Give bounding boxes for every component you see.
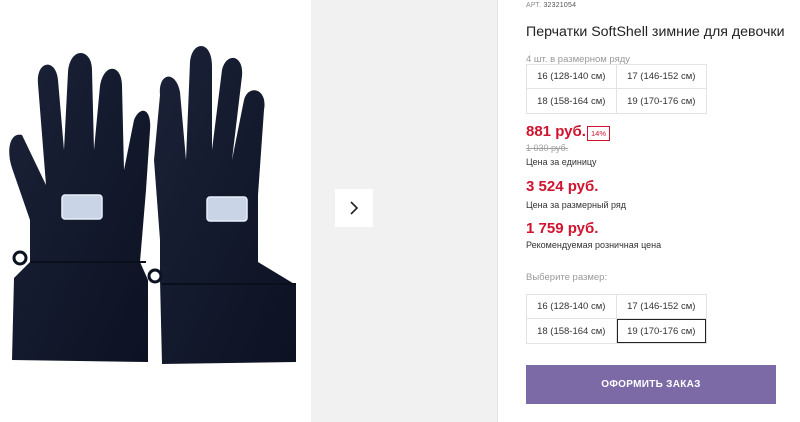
- size-row-cell: 16 (128-140 см): [527, 65, 617, 89]
- rrp-price-label: Рекомендуемая розничная цена: [526, 240, 662, 250]
- size-row-grid: 16 (128-140 см) 17 (146-152 см) 18 (158-…: [526, 64, 707, 114]
- set-price-label: Цена за размерный ряд: [526, 200, 627, 210]
- set-price: 3 524 руб.: [526, 178, 599, 195]
- size-row-cell: 17 (146-152 см): [616, 65, 706, 89]
- size-row-cell: 18 (158-164 см): [527, 89, 617, 113]
- product-image: [0, 0, 311, 422]
- chevron-right-icon: [350, 201, 359, 215]
- size-option[interactable]: 18 (158-164 см): [527, 319, 617, 343]
- next-image-button[interactable]: [335, 189, 373, 227]
- size-option-selected[interactable]: 19 (170-176 см): [616, 319, 707, 343]
- product-title: Перчатки SoftShell зимние для девочки: [526, 24, 785, 40]
- old-price: 1 030 руб.: [526, 143, 569, 153]
- discount-badge: 14%: [587, 126, 611, 141]
- sku-value: 32321054: [543, 2, 577, 9]
- unit-price-label: Цена за единицу: [526, 157, 597, 167]
- gloves-image: [9, 45, 296, 364]
- size-selector: 16 (128-140 см) 17 (146-152 см) 18 (158-…: [526, 294, 707, 344]
- size-row-cell: 19 (170-176 см): [627, 95, 696, 107]
- unit-price: 881 руб.: [526, 123, 586, 140]
- size-option[interactable]: 16 (128-140 см): [527, 295, 617, 319]
- divider: [497, 0, 498, 422]
- choose-size-label: Выберите размер:: [526, 272, 608, 283]
- product-sku: АРТ. 32321054: [526, 2, 576, 9]
- sku-prefix: АРТ.: [526, 2, 542, 9]
- order-button[interactable]: ОФОРМИТЬ ЗАКАЗ: [526, 365, 776, 404]
- rrp-price: 1 759 руб.: [526, 220, 599, 237]
- size-option[interactable]: 17 (146-152 см): [616, 295, 706, 319]
